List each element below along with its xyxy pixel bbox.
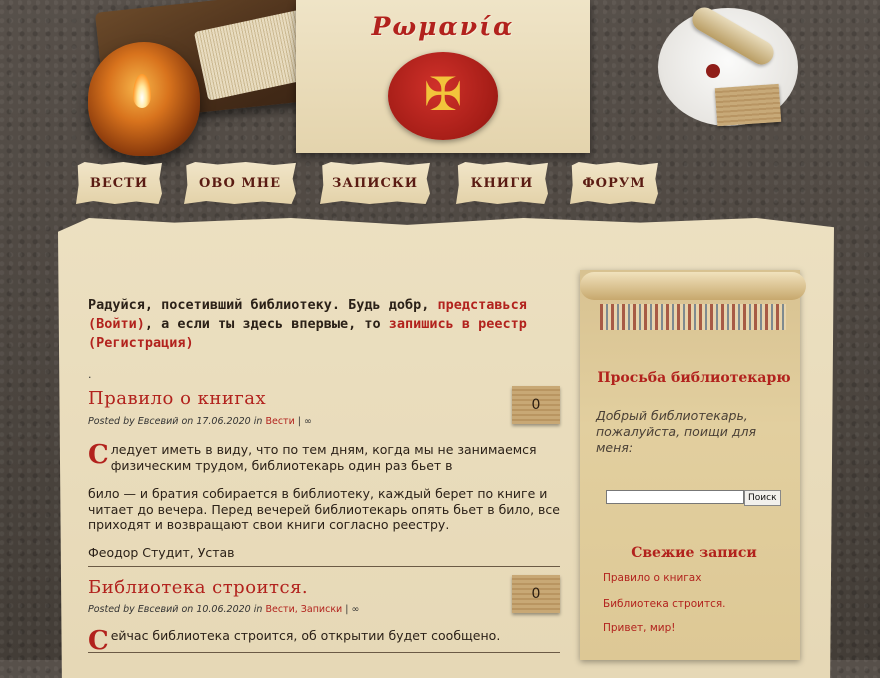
comment-count-button[interactable]: 0 bbox=[512, 386, 560, 424]
post-source: Феодор Студит, Устав bbox=[88, 545, 235, 560]
meta-permalink[interactable]: | ∞ bbox=[298, 416, 312, 427]
welcome-text-2: , а если ты здесь впервые, то bbox=[144, 316, 381, 332]
post-divider bbox=[88, 652, 560, 653]
post-body: С ледует иметь в виду, что по тем дням, … bbox=[88, 442, 560, 473]
wax-seal bbox=[706, 64, 720, 78]
search-input[interactable] bbox=[606, 490, 744, 504]
meta-category-link[interactable]: Вести bbox=[265, 416, 294, 427]
post-paragraph-1: ледует иметь в виду, что по тем дням, ко… bbox=[110, 442, 537, 473]
meta-in: in bbox=[253, 416, 263, 427]
nav-item-forum[interactable]: Форум bbox=[570, 162, 658, 204]
meta-posted-by: Posted by bbox=[88, 416, 135, 427]
eagle-icon: ✠ bbox=[423, 67, 463, 121]
meta-posted-by: Posted by bbox=[88, 604, 135, 615]
meta-category-link[interactable]: Вести, Записки bbox=[265, 604, 342, 615]
nav-item-zapiski[interactable]: Записки bbox=[320, 162, 430, 204]
recent-post-link[interactable]: Правило о книгах bbox=[603, 572, 701, 584]
ornament-band bbox=[600, 304, 786, 330]
recent-post-link[interactable]: Библиотека строится. bbox=[603, 598, 726, 610]
request-widget-text: Добрый библиотекарь, пожалуйста, поищи д… bbox=[596, 408, 756, 455]
post-body: С ейчас библиотека строится, об открытии… bbox=[88, 628, 560, 654]
parchment-tag bbox=[714, 83, 782, 127]
recent-posts-title: Свежие записи bbox=[631, 545, 757, 561]
post-title[interactable]: Правило о книгах bbox=[88, 388, 266, 409]
drop-cap: С bbox=[88, 626, 109, 656]
request-widget-title: Просьба библиотекарю bbox=[597, 370, 791, 386]
drop-cap: С bbox=[88, 440, 109, 470]
post-paragraph-1: ейчас библиотека строится, об открытии б… bbox=[110, 628, 501, 643]
welcome-message: Радуйся, посетивший библиотеку. Будь доб… bbox=[88, 296, 553, 353]
meta-on: on bbox=[181, 604, 194, 615]
nav-item-vesti[interactable]: Вести bbox=[76, 162, 162, 204]
search-button[interactable]: Поиск bbox=[744, 490, 781, 506]
header-title-panel: Ρωμανία ✠ bbox=[296, 0, 590, 153]
site-title[interactable]: Ρωμανία bbox=[296, 12, 590, 41]
nav-item-about[interactable]: Obo мне bbox=[184, 162, 296, 204]
meta-date: 10.06.2020 bbox=[196, 604, 251, 615]
separator-dot: . bbox=[88, 368, 92, 381]
meta-permalink[interactable]: | ∞ bbox=[345, 604, 359, 615]
meta-author: Евсевий bbox=[137, 416, 179, 427]
meta-date: 17.06.2020 bbox=[196, 416, 251, 427]
meta-on: on bbox=[181, 416, 194, 427]
meta-in: in bbox=[253, 604, 263, 615]
welcome-text-1: Радуйся, посетивший библиотеку. Будь доб… bbox=[88, 297, 430, 313]
recent-post-link[interactable]: Привет, мир! bbox=[603, 622, 675, 634]
double-headed-eagle-emblem: ✠ bbox=[388, 52, 498, 140]
post-meta: Posted by Евсевий on 10.06.2020 in Вести… bbox=[88, 604, 359, 615]
comment-count-button[interactable]: 0 bbox=[512, 575, 560, 613]
sidebar-scroll-top bbox=[580, 272, 806, 300]
nav-item-knigi[interactable]: Книги bbox=[456, 162, 548, 204]
post-meta: Posted by Евсевий on 17.06.2020 in Вести… bbox=[88, 416, 312, 427]
post-divider bbox=[88, 566, 560, 567]
post-paragraph-2: било — и братия собирается в библиотеку,… bbox=[88, 486, 560, 532]
post-title[interactable]: Библиотека строится. bbox=[88, 577, 308, 598]
meta-author: Евсевий bbox=[137, 604, 179, 615]
